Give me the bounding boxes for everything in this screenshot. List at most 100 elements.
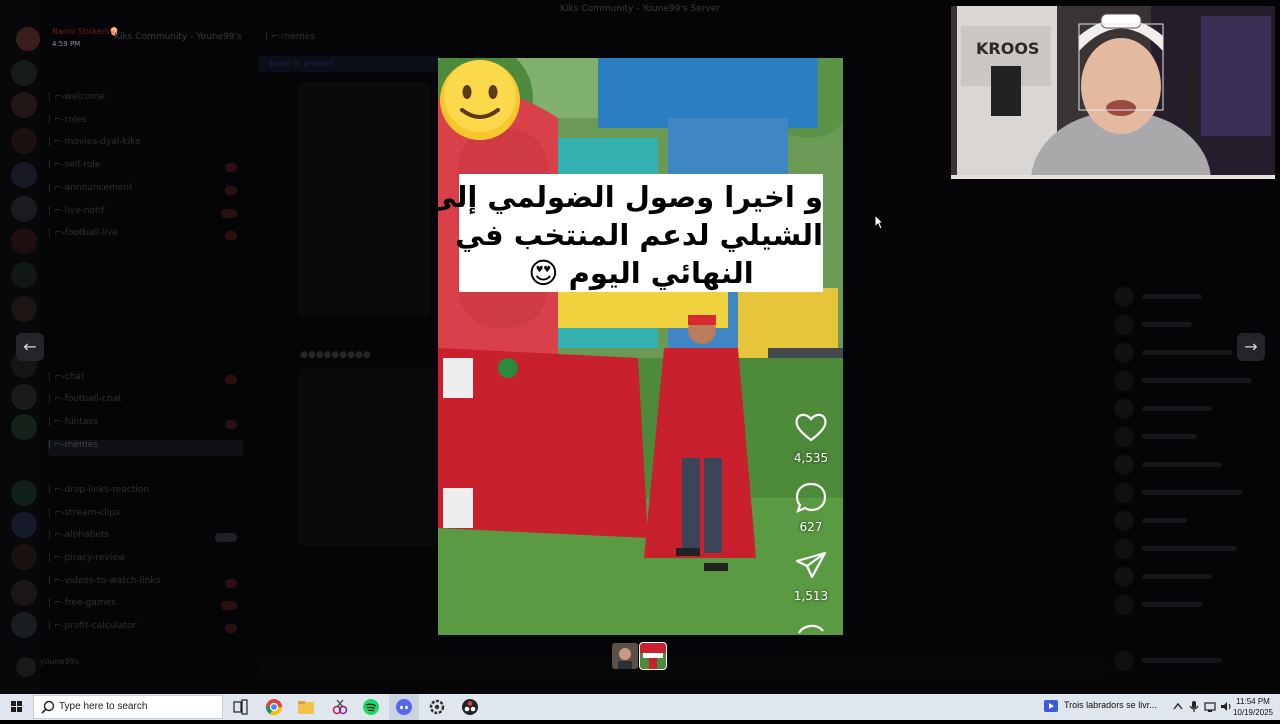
server-icon[interactable] <box>11 60 37 86</box>
task-view-icon[interactable] <box>231 698 249 716</box>
message-image[interactable] <box>298 82 430 317</box>
clock-time: 11:54 PM <box>1236 697 1270 706</box>
member-item[interactable] <box>1112 567 1272 587</box>
channel-item[interactable]: | ⌐-self-role <box>48 160 243 176</box>
channel-item[interactable]: | ⌐-piracy-review <box>48 553 243 569</box>
desktop-screen: Kiks Community - Youne99's Server Nanni … <box>0 0 1280 694</box>
now-playing-widget[interactable]: Trois labradors se livr... <box>1044 699 1164 715</box>
member-item[interactable] <box>1112 483 1272 503</box>
server-icon[interactable] <box>11 92 37 118</box>
file-explorer-icon[interactable] <box>297 698 315 716</box>
server-icon[interactable] <box>11 296 37 322</box>
likes-count: 4,535 <box>793 451 829 465</box>
start-button[interactable] <box>0 694 32 720</box>
previous-media-button[interactable]: ← <box>16 333 44 361</box>
clock-date: 10/19/2025 <box>1232 708 1274 717</box>
server-name: Kiks Community - Youne99's <box>114 32 242 42</box>
channel-item[interactable]: | ⌐-football-live <box>48 228 243 244</box>
member-item[interactable] <box>1112 427 1272 447</box>
search-placeholder: Type here to search <box>59 701 148 712</box>
media-thumbnail-active[interactable] <box>639 642 667 670</box>
member-item[interactable] <box>1112 455 1272 475</box>
caption-line: النهائي اليوم 😍 <box>528 256 754 290</box>
member-item[interactable] <box>1112 539 1272 559</box>
server-icon[interactable] <box>11 228 37 254</box>
snipping-tool-icon[interactable] <box>331 698 349 716</box>
member-item[interactable] <box>1112 511 1272 531</box>
video-play-icon <box>1044 700 1058 712</box>
member-item[interactable] <box>1112 315 1272 335</box>
channel-item[interactable]: | ⌐-alphabets <box>48 530 243 546</box>
channel-item[interactable]: | ⌐-football-chat <box>48 394 243 410</box>
server-icon[interactable] <box>11 544 37 570</box>
message-composer[interactable] <box>258 656 1108 680</box>
caption-line: الشيلي لدعم المنتخب في <box>455 218 823 252</box>
discord-icon[interactable] <box>395 698 413 716</box>
channel-item[interactable]: | ⌐-chat <box>48 372 243 388</box>
channel-item[interactable]: | ⌐-welcome <box>48 92 243 108</box>
channel-item[interactable]: | ⌐-drop-links-reaction <box>48 485 243 501</box>
jump-banner[interactable]: Jump to present <box>258 56 438 72</box>
server-icon[interactable] <box>11 414 37 440</box>
taskbar: Type here to search Trois labradors se l… <box>0 694 1280 720</box>
member-item[interactable] <box>1112 287 1272 307</box>
next-media-button[interactable]: → <box>1237 333 1265 361</box>
slightly-smiling-face-icon <box>440 60 520 140</box>
mouse-cursor-icon <box>874 214 884 230</box>
obs-icon[interactable] <box>461 698 479 716</box>
network-icon[interactable] <box>1204 700 1216 713</box>
user-name: Nanni Stickers🍿 <box>52 27 120 36</box>
now-playing-title: Trois labradors se livr... <box>1064 700 1157 710</box>
channel-item[interactable]: | ⌐-roles <box>48 115 243 131</box>
settings-gear-icon[interactable] <box>428 698 446 716</box>
chrome-icon[interactable] <box>265 698 283 716</box>
reaction-row: ●●●●●●●●● <box>300 350 371 360</box>
channel-item[interactable]: | ⌐-profit-calculator <box>48 621 243 637</box>
server-icon[interactable] <box>11 384 37 410</box>
shares-count: 1,513 <box>793 589 829 603</box>
chevron-up-icon[interactable] <box>1172 700 1184 713</box>
svg-text:KROOS: KROOS <box>976 39 1039 58</box>
user-panel[interactable]: youne99s <box>14 655 244 679</box>
channel-item[interactable]: | ⌐-funtass <box>48 417 243 433</box>
caption-line: و اخيرا وصول الضولمي إلى <box>438 180 823 214</box>
share-icon[interactable] <box>793 549 829 581</box>
member-item[interactable] <box>1112 651 1272 671</box>
user-time: 4:59 PM <box>52 40 81 48</box>
member-item[interactable] <box>1112 371 1272 391</box>
repost-icon[interactable] <box>793 619 829 635</box>
microphone-icon[interactable] <box>1188 700 1200 713</box>
volume-icon[interactable] <box>1220 700 1232 713</box>
channel-item[interactable]: | ⌐-movies-dyal-kiks <box>48 137 243 153</box>
video-caption: و اخيرا وصول الضولمي إلى الشيلي لدعم الم… <box>438 174 823 292</box>
taskbar-search[interactable]: Type here to search <box>33 695 223 719</box>
member-item[interactable] <box>1112 595 1272 615</box>
avatar <box>16 27 40 51</box>
server-header[interactable]: Nanni Stickers🍿 Kiks Community - Youne99… <box>14 24 244 54</box>
message-image[interactable] <box>298 368 438 546</box>
channel-item[interactable]: | ⌐-announcement <box>48 183 243 199</box>
channel-item[interactable]: | ⌐-live-notif <box>48 206 243 222</box>
server-icon[interactable] <box>11 262 37 288</box>
media-thumbnail[interactable] <box>612 643 638 669</box>
channel-item[interactable]: | ⌐-stream-clips <box>48 508 243 524</box>
member-item[interactable] <box>1112 399 1272 419</box>
channel-item-selected[interactable]: | ⌐-memes <box>48 440 243 456</box>
video-frame-scene <box>438 58 843 635</box>
server-icon[interactable] <box>11 196 37 222</box>
server-icon[interactable] <box>11 128 37 154</box>
heart-icon[interactable] <box>793 411 829 443</box>
channel-item[interactable]: | ⌐-videos-to-watch-links <box>48 576 243 592</box>
media-viewer-image[interactable]: و اخيرا وصول الضولمي إلى الشيلي لدعم الم… <box>438 58 843 635</box>
user-panel-name: youne99s <box>40 657 80 666</box>
server-icon[interactable] <box>11 612 37 638</box>
server-icon[interactable] <box>11 512 37 538</box>
comment-icon[interactable] <box>793 481 829 513</box>
server-icon[interactable] <box>11 480 37 506</box>
taskbar-clock[interactable]: 11:54 PM 10/19/2025 <box>1232 696 1274 718</box>
channel-item[interactable]: | ⌐-free-games <box>48 598 243 614</box>
spotify-icon[interactable] <box>362 698 380 716</box>
server-icon[interactable] <box>11 580 37 606</box>
server-icon[interactable] <box>11 162 37 188</box>
windows-logo-icon <box>11 701 22 712</box>
